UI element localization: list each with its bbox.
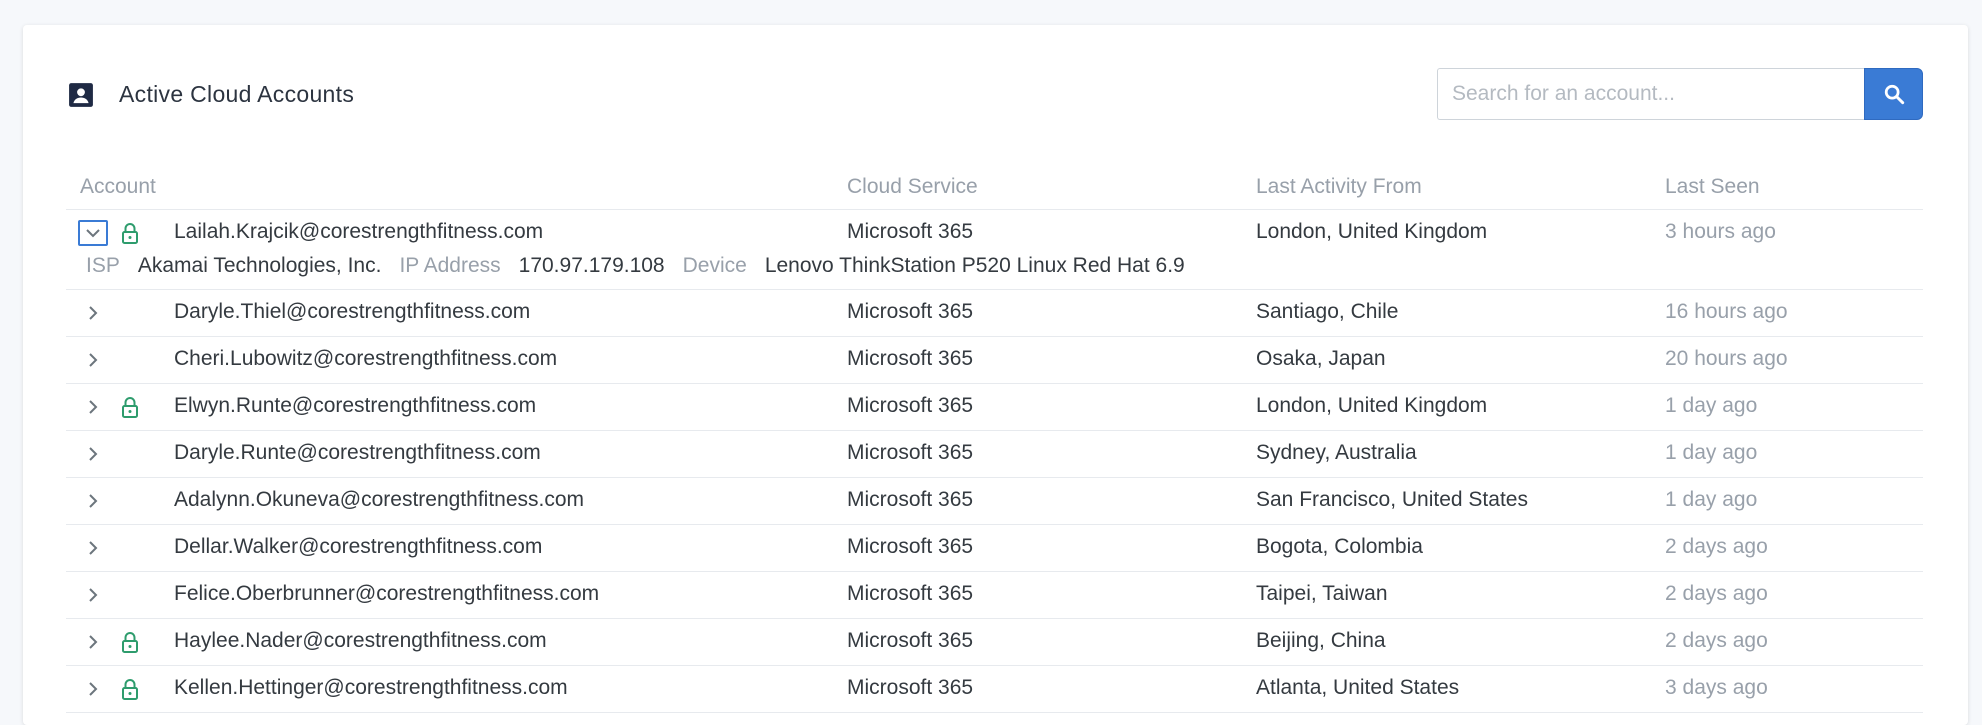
table-row[interactable]: Dellar.Walker@corestrengthfitness.com Mic… xyxy=(66,525,1923,572)
last-seen: 2 days ago xyxy=(1665,629,1768,652)
last-activity-location: Taipei, Taiwan xyxy=(1256,582,1388,605)
row-expand-toggle[interactable] xyxy=(78,629,108,655)
account-detail: ISP Akamai Technologies, Inc. IP Address 17… xyxy=(86,254,1203,278)
table-row[interactable]: Daryle.Thiel@corestrengthfitness.com Micr… xyxy=(66,290,1923,337)
last-seen: 1 day ago xyxy=(1665,488,1758,511)
cloud-service: Microsoft 365 xyxy=(847,535,974,558)
account-email: Dellar.Walker@corestrengthfitness.com xyxy=(174,535,543,558)
card-header: Active Cloud Accounts xyxy=(23,25,1968,145)
last-seen: 2 days ago xyxy=(1665,582,1768,605)
last-activity-location: Beijing, China xyxy=(1256,629,1386,652)
column-header-last-seen[interactable]: Last Seen xyxy=(1665,175,1760,199)
last-activity-location: Bogota, Colombia xyxy=(1256,535,1423,558)
table-row[interactable]: Felice.Oberbrunner@corestrengthfitness.c… xyxy=(66,572,1923,619)
cloud-service: Microsoft 365 xyxy=(847,441,974,464)
row-expand-toggle[interactable] xyxy=(78,535,108,561)
last-seen: 3 hours ago xyxy=(1665,220,1776,243)
search-icon xyxy=(1884,84,1904,105)
lock-icon xyxy=(122,679,138,700)
lock-icon xyxy=(122,632,138,653)
lock-icon xyxy=(122,223,138,244)
account-email: Daryle.Runte@corestrengthfitness.com xyxy=(174,441,541,464)
row-expand-toggle[interactable] xyxy=(78,676,108,702)
cloud-service: Microsoft 365 xyxy=(847,488,974,511)
table-row[interactable]: Cheri.Lubowitz@corestrengthfitness.com Mi… xyxy=(66,337,1923,384)
table-row[interactable]: Adalynn.Okuneva@corestrengthfitness.com M… xyxy=(66,478,1923,525)
account-email: Felice.Oberbrunner@corestrengthfitness.c… xyxy=(174,582,600,605)
cloud-service: Microsoft 365 xyxy=(847,220,974,243)
ip-address-label: IP Address xyxy=(399,254,501,277)
row-expand-toggle[interactable] xyxy=(78,488,108,514)
chevron-right-icon xyxy=(89,306,98,320)
account-email: Lailah.Krajcik@corestrengthfitness.com xyxy=(174,220,544,243)
column-header-last-activity[interactable]: Last Activity From xyxy=(1256,175,1422,199)
column-header-account[interactable]: Account xyxy=(80,175,156,199)
device-value: Lenovo ThinkStation P520 Linux Red Hat 6… xyxy=(764,254,1185,277)
cloud-service: Microsoft 365 xyxy=(847,394,974,417)
table-body: Lailah.Krajcik@corestrengthfitness.com Mi… xyxy=(66,210,1923,713)
cloud-service: Microsoft 365 xyxy=(847,582,974,605)
row-expand-toggle[interactable] xyxy=(78,582,108,608)
isp-value: Akamai Technologies, Inc. xyxy=(137,254,382,277)
search-input[interactable] xyxy=(1437,68,1876,120)
table-row[interactable]: Daryle.Runte@corestrengthfitness.com Micr… xyxy=(66,431,1923,478)
page-title: Active Cloud Accounts xyxy=(119,81,355,107)
account-email: Elwyn.Runte@corestrengthfitness.com xyxy=(174,394,537,417)
table-row[interactable]: Haylee.Nader@corestrengthfitness.com Micr… xyxy=(66,619,1923,666)
last-activity-location: London, United Kingdom xyxy=(1256,394,1488,417)
last-activity-location: London, United Kingdom xyxy=(1256,220,1488,243)
table-row[interactable]: Elwyn.Runte@corestrengthfitness.com Micro… xyxy=(66,384,1923,431)
last-seen: 2 days ago xyxy=(1665,535,1768,558)
chevron-right-icon xyxy=(89,682,98,696)
last-seen: 16 hours ago xyxy=(1665,300,1788,323)
row-expand-toggle[interactable] xyxy=(78,347,108,373)
ip-address-value: 170.97.179.108 xyxy=(518,254,665,277)
last-activity-location: San Francisco, United States xyxy=(1256,488,1528,511)
chevron-right-icon xyxy=(89,588,98,602)
lock-icon xyxy=(122,397,138,418)
chevron-down-icon xyxy=(86,229,100,238)
account-box-icon xyxy=(69,83,93,107)
account-email: Haylee.Nader@corestrengthfitness.com xyxy=(174,629,547,652)
last-activity-location: Santiago, Chile xyxy=(1256,300,1399,323)
row-expand-toggle[interactable] xyxy=(78,300,108,326)
last-seen: 20 hours ago xyxy=(1665,347,1788,370)
row-expand-toggle[interactable] xyxy=(78,394,108,420)
last-activity-location: Atlanta, United States xyxy=(1256,676,1460,699)
accounts-card: Active Cloud Accounts Account Cloud Serv… xyxy=(23,25,1968,725)
account-email: Adalynn.Okuneva@corestrengthfitness.com xyxy=(174,488,585,511)
chevron-right-icon xyxy=(89,541,98,555)
last-seen: 1 day ago xyxy=(1665,441,1758,464)
cloud-service: Microsoft 365 xyxy=(847,347,974,370)
chevron-right-icon xyxy=(89,494,98,508)
chevron-right-icon xyxy=(89,353,98,367)
cloud-service: Microsoft 365 xyxy=(847,629,974,652)
cloud-service: Microsoft 365 xyxy=(847,300,974,323)
column-header-cloud-service[interactable]: Cloud Service xyxy=(847,175,978,199)
accounts-table: Account Cloud Service Last Activity From… xyxy=(66,163,1923,713)
search-button[interactable] xyxy=(1864,68,1923,120)
last-seen: 3 days ago xyxy=(1665,676,1768,699)
account-email: Cheri.Lubowitz@corestrengthfitness.com xyxy=(174,347,558,370)
account-email: Kellen.Hettinger@corestrengthfitness.com xyxy=(174,676,568,699)
chevron-right-icon xyxy=(89,447,98,461)
last-activity-location: Osaka, Japan xyxy=(1256,347,1386,370)
last-activity-location: Sydney, Australia xyxy=(1256,441,1417,464)
table-row[interactable]: Lailah.Krajcik@corestrengthfitness.com Mi… xyxy=(66,210,1923,290)
chevron-right-icon xyxy=(89,400,98,414)
cloud-service: Microsoft 365 xyxy=(847,676,974,699)
account-email: Daryle.Thiel@corestrengthfitness.com xyxy=(174,300,531,323)
row-expand-toggle[interactable] xyxy=(78,441,108,467)
isp-label: ISP xyxy=(86,254,120,277)
chevron-right-icon xyxy=(89,635,98,649)
row-expand-toggle[interactable] xyxy=(78,220,108,246)
device-label: Device xyxy=(682,254,747,277)
last-seen: 1 day ago xyxy=(1665,394,1758,417)
table-header: Account Cloud Service Last Activity From… xyxy=(66,163,1923,210)
